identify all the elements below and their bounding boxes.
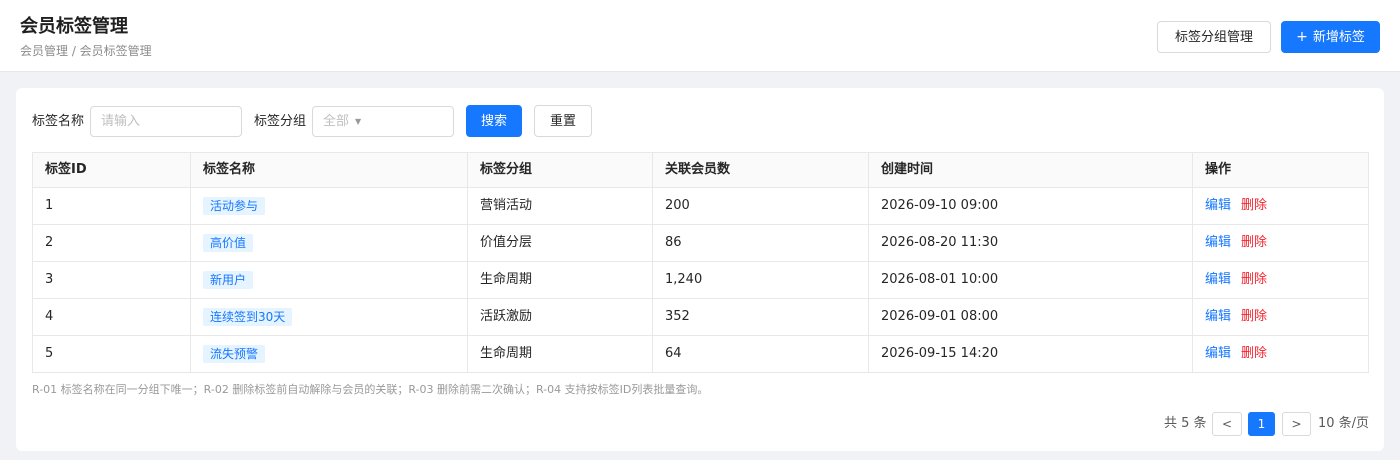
cell-created: 2026-09-15 14:20 bbox=[868, 335, 1193, 373]
cell-created: 2026-08-20 11:30 bbox=[868, 224, 1193, 262]
cell-members: 1,240 bbox=[652, 261, 869, 299]
table-row: 2 高价值 价值分层 86 2026-08-20 11:30 编辑 删除 bbox=[32, 224, 1369, 262]
column-header-group: 标签分组 bbox=[467, 152, 653, 188]
delete-link[interactable]: 删除 bbox=[1241, 235, 1267, 250]
tag-group-select[interactable]: 全部 ▼ bbox=[312, 106, 454, 137]
cell-name: 连续签到30天 bbox=[190, 298, 468, 336]
cell-id: 3 bbox=[32, 261, 191, 299]
edit-link[interactable]: 编辑 bbox=[1205, 235, 1231, 250]
table-row: 3 新用户 生命周期 1,240 2026-08-01 10:00 编辑 删除 bbox=[32, 261, 1369, 299]
cell-id: 4 bbox=[32, 298, 191, 336]
delete-link[interactable]: 删除 bbox=[1241, 198, 1267, 213]
add-tag-label: 新增标签 bbox=[1312, 29, 1365, 45]
cell-members: 86 bbox=[652, 224, 869, 262]
pagination-next-button[interactable]: > bbox=[1282, 412, 1311, 436]
edit-link[interactable]: 编辑 bbox=[1205, 346, 1231, 361]
cell-actions: 编辑 删除 bbox=[1192, 187, 1369, 225]
breadcrumb: 会员管理 / 会员标签管理 bbox=[20, 44, 152, 58]
cell-created: 2026-09-01 08:00 bbox=[868, 298, 1193, 336]
edit-link[interactable]: 编辑 bbox=[1205, 309, 1231, 324]
cell-group: 价值分层 bbox=[467, 224, 653, 262]
tag-group-manage-button[interactable]: 标签分组管理 bbox=[1157, 21, 1271, 53]
cell-actions: 编辑 删除 bbox=[1192, 298, 1369, 336]
column-header-created: 创建时间 bbox=[868, 152, 1193, 188]
cell-group: 生命周期 bbox=[467, 335, 653, 373]
cell-group: 活跃激励 bbox=[467, 298, 653, 336]
tag-badge: 连续签到30天 bbox=[203, 307, 293, 326]
cell-actions: 编辑 删除 bbox=[1192, 224, 1369, 262]
column-header-name: 标签名称 bbox=[190, 152, 468, 188]
table-row: 4 连续签到30天 活跃激励 352 2026-09-01 08:00 编辑 删除 bbox=[32, 298, 1369, 336]
tag-badge: 活动参与 bbox=[203, 196, 266, 215]
column-header-id: 标签ID bbox=[32, 152, 191, 188]
edit-link[interactable]: 编辑 bbox=[1205, 198, 1231, 213]
table-row: 1 活动参与 营销活动 200 2026-09-10 09:00 编辑 删除 bbox=[32, 187, 1369, 225]
tag-badge: 新用户 bbox=[203, 270, 254, 289]
tag-badge: 高价值 bbox=[203, 233, 254, 252]
tag-group-select-value: 全部 bbox=[323, 114, 350, 129]
pagination-page-size[interactable]: 10 条/页 bbox=[1318, 412, 1369, 436]
page-header: 会员标签管理 会员管理 / 会员标签管理 标签分组管理 + 新增标签 bbox=[0, 0, 1400, 72]
cell-created: 2026-08-01 10:00 bbox=[868, 261, 1193, 299]
delete-link[interactable]: 删除 bbox=[1241, 309, 1267, 324]
edit-link[interactable]: 编辑 bbox=[1205, 272, 1231, 287]
reset-button[interactable]: 重置 bbox=[534, 105, 592, 137]
cell-id: 5 bbox=[32, 335, 191, 373]
cell-actions: 编辑 删除 bbox=[1192, 335, 1369, 373]
pagination-prev-button[interactable]: < bbox=[1212, 412, 1242, 436]
cell-actions: 编辑 删除 bbox=[1192, 261, 1369, 299]
tag-table: 标签ID 标签名称 标签分组 关联会员数 创建时间 操作 1 活动参与 营销活动… bbox=[32, 152, 1369, 373]
cell-name: 高价值 bbox=[190, 224, 468, 262]
cell-created: 2026-09-10 09:00 bbox=[868, 187, 1193, 225]
tag-name-filter-label: 标签名称 bbox=[32, 114, 85, 129]
page-title: 会员标签管理 bbox=[20, 16, 128, 37]
delete-link[interactable]: 删除 bbox=[1241, 346, 1267, 361]
table-row: 5 流失预警 生命周期 64 2026-09-15 14:20 编辑 删除 bbox=[32, 335, 1369, 373]
tag-name-input[interactable]: 请输入 bbox=[90, 106, 242, 137]
cell-name: 流失预警 bbox=[190, 335, 468, 373]
cell-group: 营销活动 bbox=[467, 187, 653, 225]
pagination-total: 共 5 条 bbox=[1164, 416, 1207, 431]
caret-down-icon: ▼ bbox=[355, 117, 362, 126]
cell-members: 64 bbox=[652, 335, 869, 373]
cell-group: 生命周期 bbox=[467, 261, 653, 299]
column-header-members: 关联会员数 bbox=[652, 152, 869, 188]
cell-id: 1 bbox=[32, 187, 191, 225]
table-header-row: 标签ID 标签名称 标签分组 关联会员数 创建时间 操作 bbox=[32, 152, 1369, 188]
cell-members: 352 bbox=[652, 298, 869, 336]
tag-group-filter-label: 标签分组 bbox=[254, 114, 307, 129]
search-button[interactable]: 搜索 bbox=[466, 105, 522, 137]
add-tag-button[interactable]: + 新增标签 bbox=[1281, 21, 1380, 53]
tag-badge: 流失预警 bbox=[203, 344, 266, 363]
column-header-actions: 操作 bbox=[1192, 152, 1369, 188]
delete-link[interactable]: 删除 bbox=[1241, 272, 1267, 287]
cell-name: 新用户 bbox=[190, 261, 468, 299]
cell-name: 活动参与 bbox=[190, 187, 468, 225]
rules-note: R-01 标签名称在同一分组下唯一；R-02 删除标签前自动解除与会员的关联；R… bbox=[32, 383, 709, 396]
plus-icon: + bbox=[1296, 29, 1308, 45]
pagination-page-1[interactable]: 1 bbox=[1248, 412, 1275, 436]
cell-id: 2 bbox=[32, 224, 191, 262]
cell-members: 200 bbox=[652, 187, 869, 225]
